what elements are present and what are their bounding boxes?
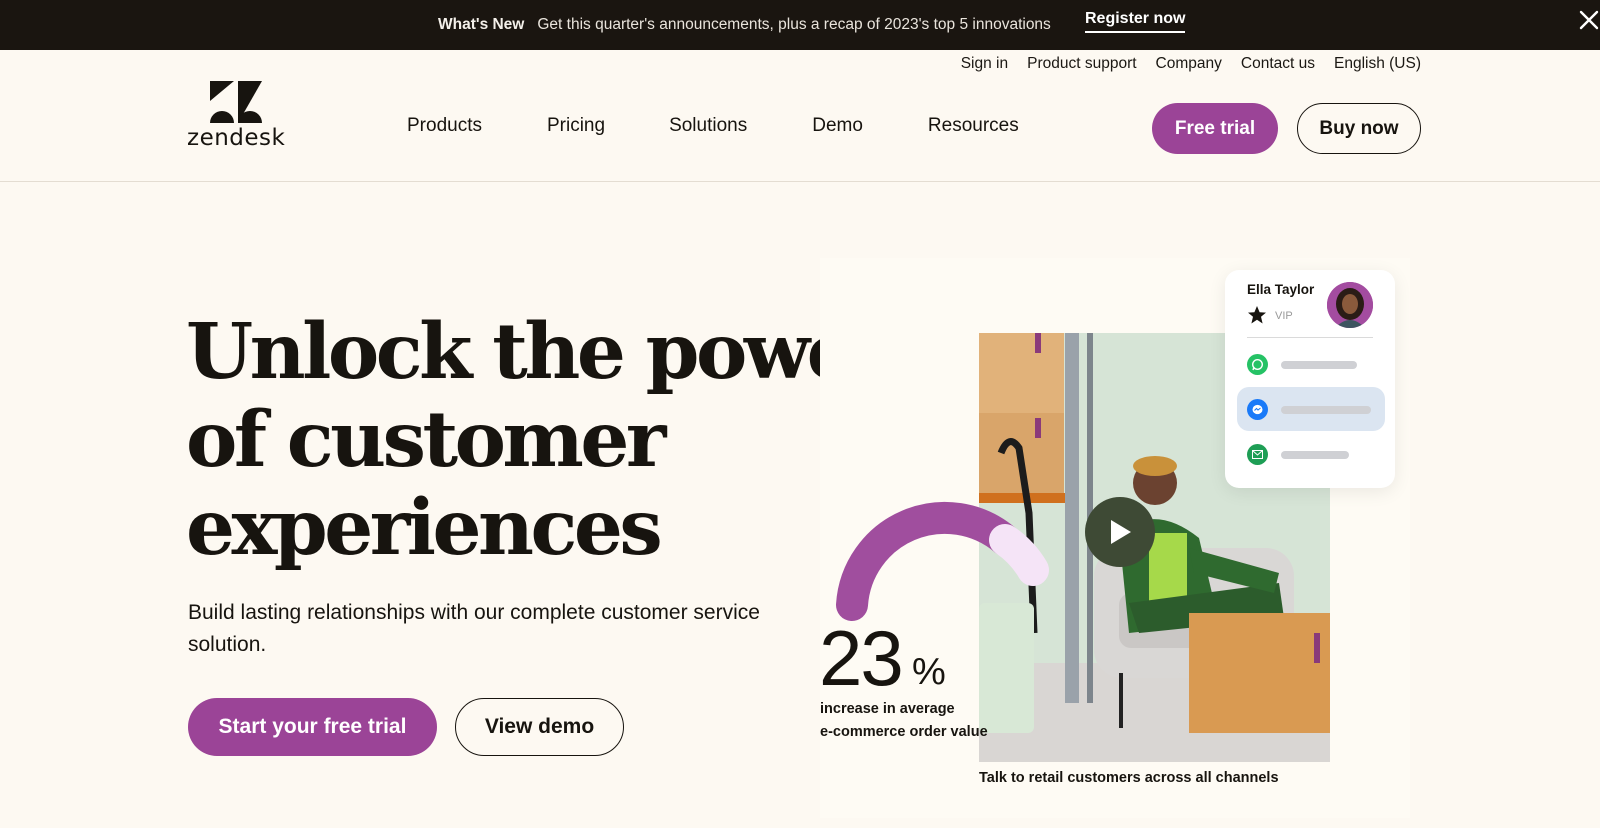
gauge-arc: [836, 501, 1049, 621]
stat-label: increase in average e-commerce order val…: [820, 698, 990, 744]
zendesk-logo-text: zendesk: [187, 125, 286, 151]
star-icon: [1248, 306, 1266, 324]
email-icon: [1247, 444, 1268, 465]
contact-name: Ella Taylor: [1247, 282, 1315, 297]
register-now-link[interactable]: Register now: [1085, 10, 1186, 33]
zendesk-logo-icon: [210, 81, 262, 123]
nav-pricing[interactable]: Pricing: [547, 115, 605, 137]
contact-avatar: [1327, 282, 1373, 328]
play-video-button[interactable]: [1085, 497, 1155, 567]
hero-headline: Unlock the power of customer experiences: [186, 307, 893, 573]
contact-us-link[interactable]: Contact us: [1241, 55, 1315, 73]
nav-resources[interactable]: Resources: [928, 115, 1019, 137]
channel-row-email[interactable]: [1237, 432, 1385, 476]
channel-row-whatsapp[interactable]: [1237, 342, 1385, 386]
zendesk-logo[interactable]: zendesk: [187, 81, 287, 153]
nav-demo[interactable]: Demo: [812, 115, 863, 137]
card-divider: [1247, 337, 1373, 338]
messenger-icon: [1247, 399, 1268, 420]
hero-subtext: Build lasting relationships with our com…: [188, 601, 760, 656]
start-free-trial-button[interactable]: Start your free trial: [188, 698, 437, 756]
company-link[interactable]: Company: [1156, 55, 1222, 73]
sign-in-link[interactable]: Sign in: [961, 55, 1008, 73]
headline-line: Unlock the power: [186, 307, 893, 397]
whatsapp-icon: [1247, 354, 1268, 375]
stat-value: 23: [819, 614, 904, 702]
language-selector[interactable]: English (US): [1334, 55, 1421, 73]
free-trial-button[interactable]: Free trial: [1152, 103, 1278, 154]
vip-badge: VIP: [1275, 310, 1293, 322]
stat-label-line: e-commerce order value: [820, 724, 988, 740]
close-icon[interactable]: [1578, 9, 1600, 31]
nav-solutions[interactable]: Solutions: [669, 115, 747, 137]
stat-unit: %: [912, 651, 946, 693]
play-icon: [1111, 520, 1131, 544]
site-header: Sign in Product support Company Contact …: [0, 50, 1600, 182]
channel-placeholder-bar: [1281, 451, 1349, 459]
main-nav: Products Pricing Solutions Demo Resource…: [407, 115, 1019, 137]
utility-nav: Sign in Product support Company Contact …: [961, 55, 1421, 73]
headline-line: experiences: [186, 483, 663, 573]
view-demo-button[interactable]: View demo: [455, 698, 624, 756]
stat-label-line: increase in average: [820, 701, 955, 717]
channel-row-messenger[interactable]: [1237, 387, 1385, 431]
announcement-message: Get this quarter's announcements, plus a…: [537, 16, 1051, 33]
announcement-bar: What's New Get this quarter's announceme…: [0, 0, 1600, 50]
whats-new-label: What's New: [438, 16, 525, 33]
product-support-link[interactable]: Product support: [1027, 55, 1136, 73]
buy-now-button[interactable]: Buy now: [1297, 103, 1421, 154]
nav-products[interactable]: Products: [407, 115, 482, 137]
contact-card: Ella Taylor VIP: [1225, 270, 1395, 488]
channel-placeholder-bar: [1281, 406, 1371, 414]
headline-line: of customer: [186, 395, 666, 485]
photo-caption: Talk to retail customers across all chan…: [979, 770, 1279, 786]
channel-placeholder-bar: [1281, 361, 1357, 369]
